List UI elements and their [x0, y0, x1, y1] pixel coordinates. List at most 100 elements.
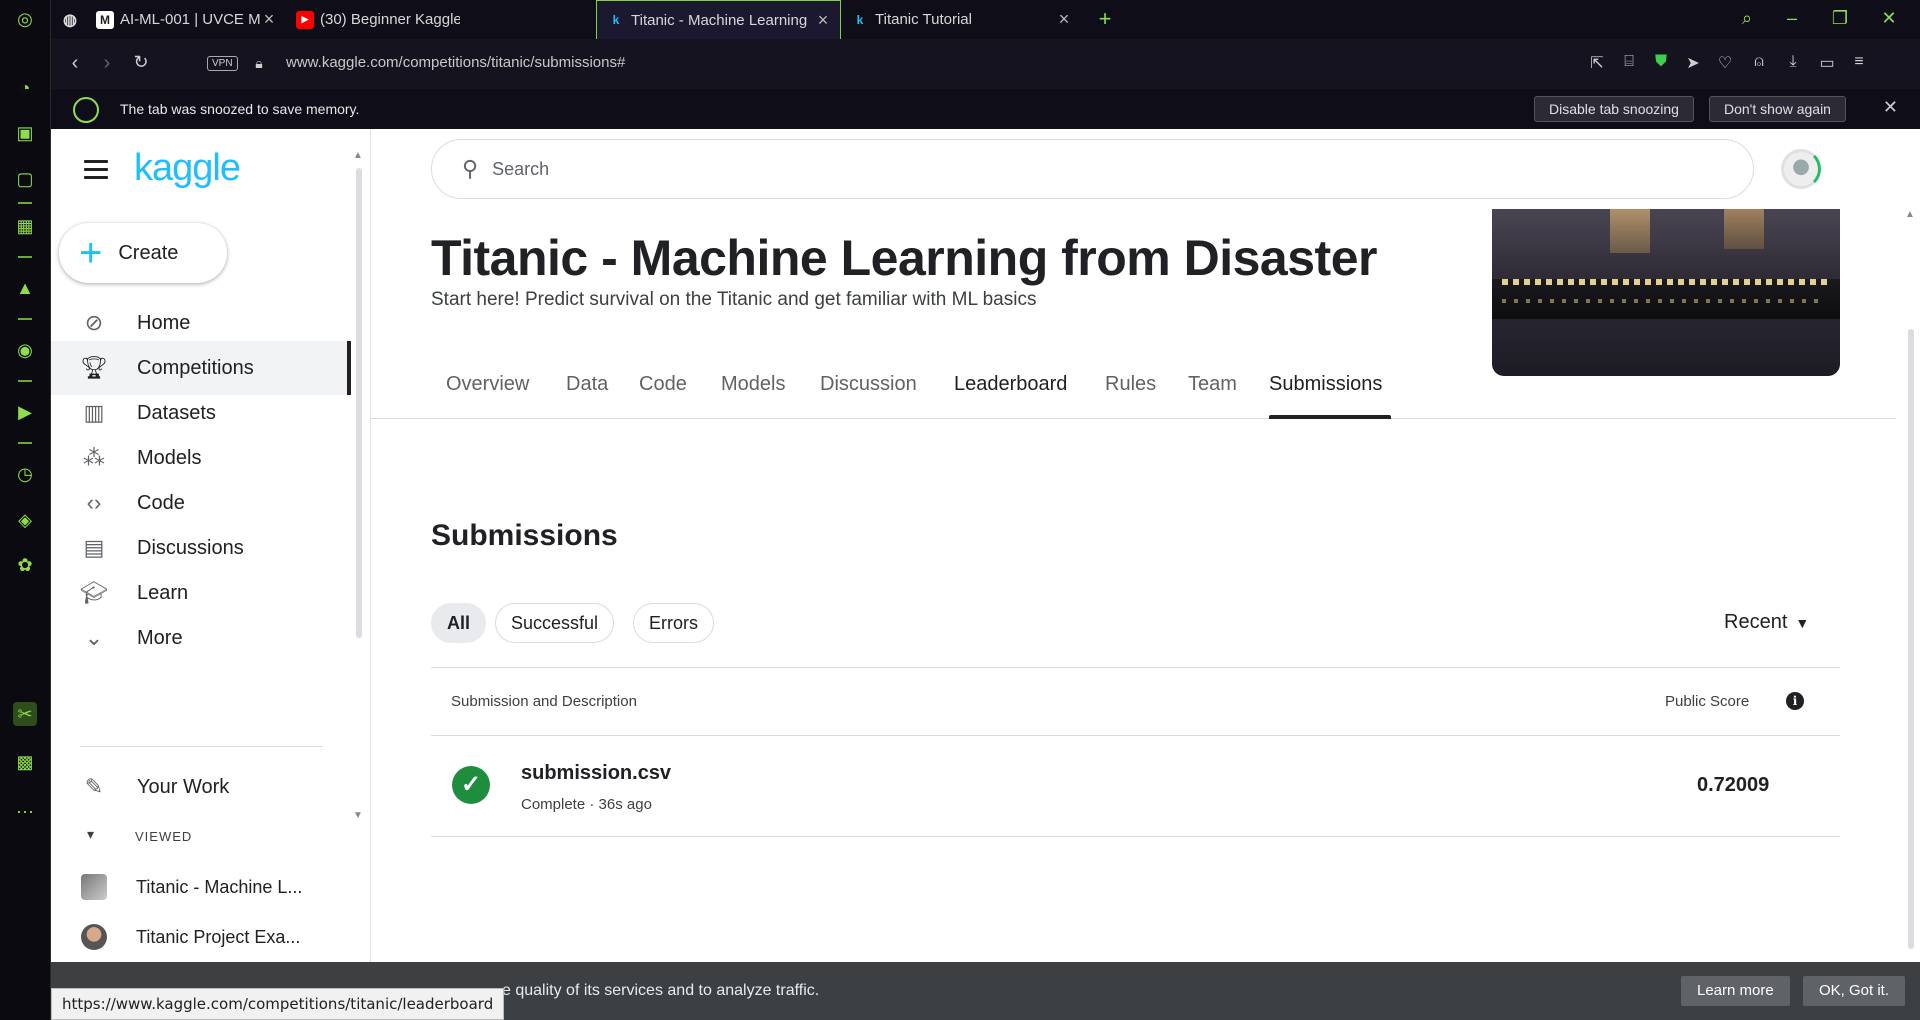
dont-show-again-button[interactable]: Don't show again [1709, 96, 1846, 122]
new-tab-plus-icon[interactable]: + [1093, 6, 1117, 32]
competition-header-image [1492, 209, 1840, 376]
url-field[interactable]: www.kaggle.com/competitions/titanic/subm… [286, 54, 625, 71]
comment-icon: ▤ [83, 535, 105, 560]
create-label: Create [118, 241, 179, 264]
nav-item-more[interactable]: ⌄ More [51, 611, 351, 665]
history-icon[interactable]: ◷ [13, 462, 37, 486]
tab-data[interactable]: Data [566, 373, 608, 396]
ship-lights [1502, 299, 1822, 303]
plus-icon: + [79, 231, 103, 275]
sort-dropdown[interactable]: Recent ▼ [1724, 611, 1809, 634]
close-snooze-icon[interactable]: ✕ [1883, 97, 1898, 118]
submissions-table: Submission and Description Public Score … [431, 667, 1840, 837]
tab-title: Titanic Tutorial [875, 11, 972, 28]
reload-icon[interactable]: ↻ [129, 52, 153, 73]
opera-logo-icon[interactable]: ◎ [13, 7, 37, 31]
more-dots-icon[interactable]: ⋯ [13, 800, 37, 824]
link-status-url: https://www.kaggle.com/competitions/tita… [51, 988, 505, 1020]
globe-icon[interactable]: ◍ [51, 0, 87, 39]
gx-control-icon[interactable]: ◔ [13, 76, 37, 100]
camera-icon[interactable]: ⌸ [1618, 53, 1640, 71]
restore-icon[interactable]: ❐ [1828, 8, 1852, 29]
download-icon[interactable]: ⤓ [1782, 53, 1804, 71]
nav-item-your-work[interactable]: ✎ Your Work [51, 760, 351, 814]
search-input[interactable]: ⚲ Search [431, 139, 1754, 199]
filter-successful-chip[interactable]: Successful [495, 603, 615, 643]
cube-icon[interactable]: ◈ [13, 508, 37, 532]
sidebar-scrollbar[interactable] [356, 168, 362, 638]
lock-icon[interactable]: 🔒︎ [247, 55, 271, 72]
close-window-icon[interactable]: ✕ [1877, 8, 1901, 29]
tab-rules[interactable]: Rules [1105, 373, 1156, 396]
close-tab-icon[interactable]: × [1055, 9, 1073, 30]
minimize-icon[interactable]: – [1780, 8, 1804, 29]
create-button[interactable]: + Create [59, 223, 227, 283]
browser-tab[interactable]: ▶ (30) Beginner Kaggle Data S [286, 0, 486, 39]
competition-tabs: Overview Data Code Models Discussion Lea… [371, 361, 1896, 419]
easy-setup-icon[interactable]: ≡ [1848, 53, 1870, 71]
code-icon: ‹› [86, 490, 102, 515]
tab-team[interactable]: Team [1188, 373, 1237, 396]
tab-code[interactable]: Code [639, 373, 687, 396]
browser-sidebar: ◎ ◔ ▣ ▢ ▦ ▲ ◉ ▶ ◷ ◈ ✿ ✂ ▩ ⋯ [0, 0, 51, 1020]
learn-more-button[interactable]: Learn more [1681, 976, 1790, 1006]
cpu-icon[interactable]: ▦ [13, 214, 37, 238]
kaggle-logo[interactable]: kaggle [134, 147, 241, 190]
main-scrollbar[interactable] [1908, 329, 1914, 949]
share-icon[interactable]: ⇱ [1586, 53, 1608, 73]
submission-filename[interactable]: submission.csv [521, 762, 671, 785]
battery-icon[interactable]: ▭ [1816, 53, 1838, 73]
close-tab-icon[interactable]: × [260, 9, 278, 30]
nav-label: Code [137, 491, 185, 514]
search-tabs-icon[interactable]: ⌕ [1735, 8, 1759, 29]
tab-submissions[interactable]: Submissions [1269, 373, 1382, 396]
tab-models[interactable]: Models [721, 373, 785, 396]
public-score: 0.72009 [1697, 774, 1770, 796]
submission-status: Complete · 36s ago [521, 796, 652, 813]
ok-got-it-button[interactable]: OK, Got it. [1803, 976, 1906, 1006]
vpn-badge[interactable]: VPN [207, 56, 238, 71]
bag-icon[interactable]: ▣ [13, 121, 37, 145]
kaggle-sidebar: kaggle + Create ⊘ Home 🏆︎ Competitions ▥… [51, 129, 371, 962]
sidebar-divider [18, 256, 32, 258]
user-avatar[interactable] [1781, 149, 1821, 189]
send-icon[interactable]: ➤ [1682, 53, 1704, 73]
heart-icon[interactable]: ♡ [1714, 53, 1736, 73]
table-row[interactable]: ✓ submission.csv Complete · 36s ago 0.72… [431, 736, 1840, 837]
filter-errors-chip[interactable]: Errors [633, 603, 714, 643]
filter-all-chip[interactable]: All [431, 603, 487, 643]
caret-down-icon[interactable]: ▾ [87, 826, 94, 843]
sidebar-divider [18, 318, 32, 320]
shield-icon[interactable]: ⛊ [1650, 53, 1672, 71]
browser-tab-active[interactable]: k Titanic - Machine Learning × [596, 0, 841, 39]
menu-hamburger-icon[interactable] [84, 160, 108, 180]
aria-icon[interactable]: ▲ [13, 276, 37, 300]
player-icon[interactable]: ▶ [13, 400, 37, 424]
viewed-item-label: Titanic - Machine L... [136, 876, 303, 897]
messenger-icon[interactable]: ◉ [13, 338, 37, 362]
scroll-down-arrow-icon[interactable]: ▼ [353, 810, 363, 821]
cookie-text: e quality of its services and to analyze… [502, 982, 820, 999]
settings-gear-icon[interactable]: ✿ [13, 553, 37, 577]
snipping-icon[interactable]: ✂ [13, 702, 37, 726]
gallery-icon[interactable]: ▩ [13, 750, 37, 774]
browser-tab[interactable]: k Titanic Tutorial × [841, 0, 1081, 39]
tab-overview[interactable]: Overview [446, 373, 529, 396]
browser-tab[interactable]: M AI-ML-001 | UVCE MARVEL × [86, 0, 286, 39]
info-icon[interactable]: i [1786, 692, 1804, 710]
scroll-up-arrow-icon[interactable]: ▲ [353, 150, 363, 161]
scroll-up-arrow-icon[interactable]: ▲ [1905, 209, 1915, 220]
forward-icon[interactable]: › [95, 52, 119, 75]
close-tab-icon[interactable]: × [814, 10, 832, 31]
submissions-heading: Submissions [431, 519, 618, 552]
viewed-item[interactable]: Titanic - Machine L... [81, 867, 361, 907]
tab-leaderboard[interactable]: Leaderboard [954, 373, 1067, 396]
nav-label: Discussions [137, 536, 244, 559]
nav-label: More [137, 626, 183, 649]
viewed-item[interactable]: Titanic Project Exa... [81, 917, 361, 957]
account-icon[interactable]: ⍝ [1748, 53, 1770, 71]
twitch-icon[interactable]: ▢ [13, 167, 37, 191]
disable-tab-snoozing-button[interactable]: Disable tab snoozing [1534, 96, 1694, 122]
tab-discussion[interactable]: Discussion [820, 373, 917, 396]
back-icon[interactable]: ‹ [63, 52, 87, 75]
